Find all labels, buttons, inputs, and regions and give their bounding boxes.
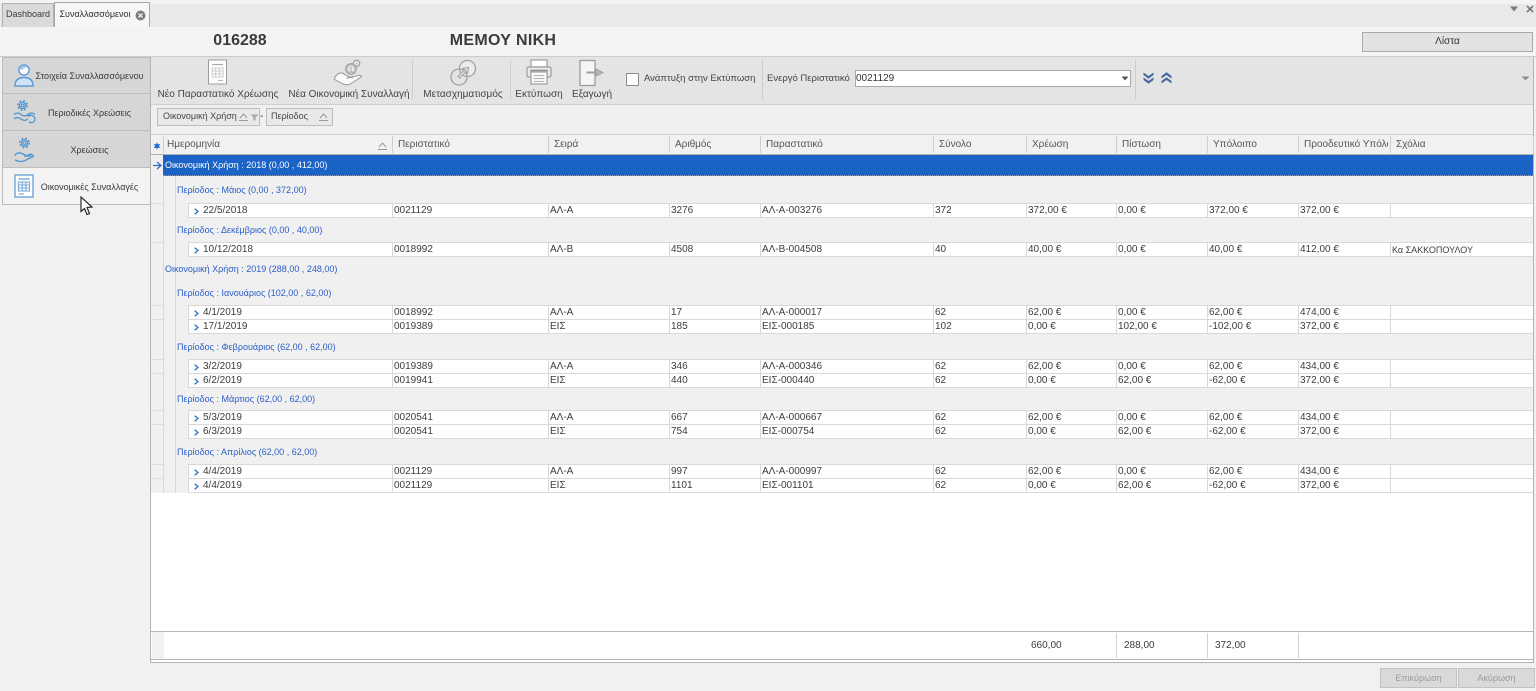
- svg-text:1: 1: [349, 65, 353, 74]
